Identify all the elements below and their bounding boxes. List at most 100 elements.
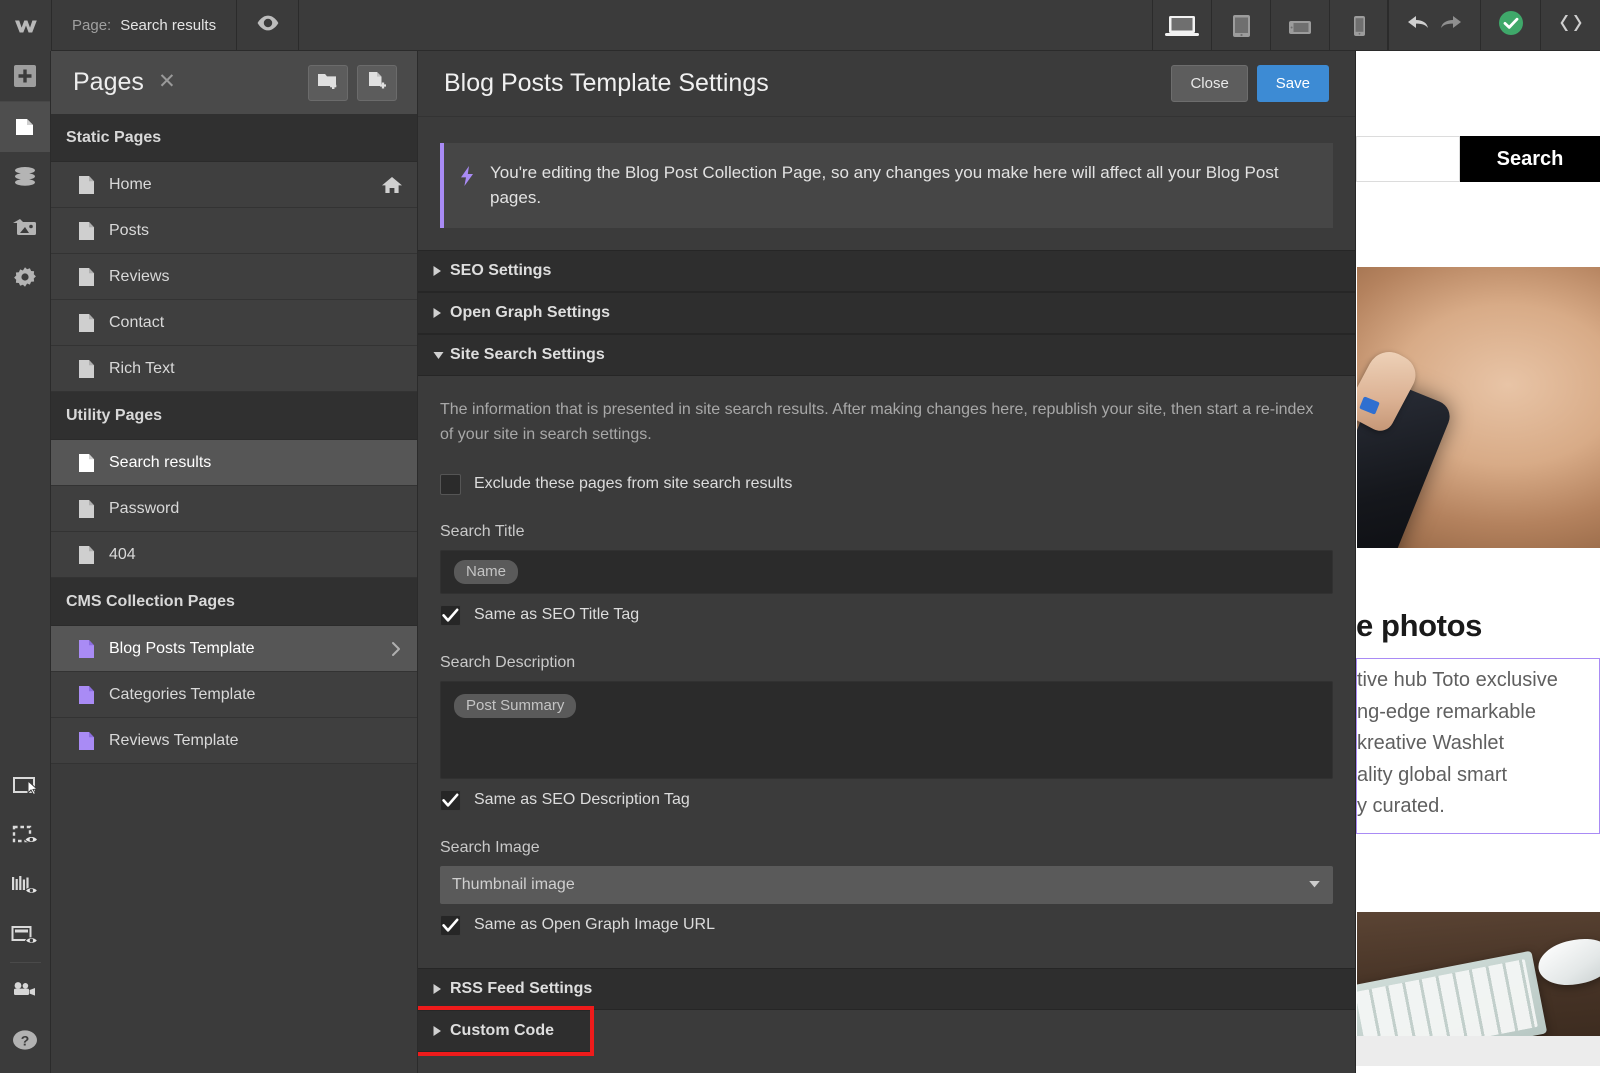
sidebar-item-posts[interactable]: Posts [51,208,417,254]
field-token[interactable]: Post Summary [454,694,576,718]
chevron-right-icon[interactable] [389,640,403,658]
sidebar-item-password[interactable]: Password [51,486,417,532]
rail-divider [10,962,41,963]
svg-text:?: ? [21,1032,30,1048]
search-input[interactable] [1356,136,1460,182]
sidebar-item-label: Password [109,500,179,518]
design-canvas-preview[interactable]: Search e photos tive hub Toto exclusive … [1356,51,1600,1073]
same-as-seo-description-checkbox[interactable] [440,790,461,811]
rail-item-help[interactable]: ? [0,1015,50,1065]
breakpoint-tablet[interactable] [1211,0,1270,51]
export-code-button[interactable] [1540,0,1600,51]
page-icon [78,499,95,519]
sidebar-item-404[interactable]: 404 [51,532,417,578]
search-title-input[interactable]: Name [440,550,1333,594]
rail-item-cms-collections[interactable] [0,152,50,202]
canvas-paragraph-line: y curated. [1357,791,1599,823]
breakpoint-mobile-landscape[interactable] [1270,0,1329,51]
accordion-rss-feed-settings[interactable]: RSS Feed Settings [418,968,1355,1010]
sidebar-item-label: Home [109,176,152,194]
sidebar-item-label: Reviews Template [109,732,239,750]
sidebar-item-label: Blog Posts Template [109,640,255,658]
canvas-paragraph-line: ality global smart [1357,760,1599,792]
chevron-down-icon [1308,876,1321,894]
breakpoint-switcher [1152,0,1388,51]
canvas-search-form[interactable]: Search [1356,136,1600,182]
canvas-gap [1356,182,1600,267]
site-search-help-text: The information that is presented in sit… [440,398,1320,448]
add-folder-button[interactable] [308,65,348,101]
redo-arrow-icon[interactable] [1438,12,1464,39]
field-token[interactable]: Name [454,560,518,584]
accordion-site-search-settings[interactable]: Site Search Settings [418,334,1355,376]
rail-bottom-group: ? [0,760,51,1065]
same-as-seo-description-row[interactable]: Same as SEO Description Tag [440,790,1333,811]
rail-item-assets[interactable] [0,202,50,252]
page-icon [78,221,95,241]
pages-section-cms-collection-pages: CMS Collection Pages [51,578,417,626]
keyboard-keys [1357,959,1538,1036]
same-as-og-image-row[interactable]: Same as Open Graph Image URL [440,915,1333,936]
add-page-button[interactable] [357,65,397,101]
home-icon [381,175,403,195]
page-icon [78,545,95,565]
collection-notice-wrapper: You're editing the Blog Post Collection … [418,117,1355,250]
save-status[interactable] [1480,0,1540,51]
webflow-logo-icon[interactable] [0,0,51,51]
breakpoint-mobile-portrait[interactable] [1329,0,1388,51]
accordion-custom-code[interactable]: Custom Code [418,1010,590,1052]
pages-section-utility-pages: Utility Pages [51,392,417,440]
rail-item-audit-contrast[interactable] [0,860,50,910]
code-brackets-icon [1557,12,1585,39]
close-button[interactable]: Close [1171,65,1247,102]
saved-check-icon [1497,9,1525,42]
chevron-right-icon [432,983,450,995]
sidebar-item-categories-template[interactable]: Categories Template [51,672,417,718]
accordion-seo-settings[interactable]: SEO Settings [418,250,1355,292]
same-as-seo-title-checkbox[interactable] [440,605,461,626]
close-x-icon[interactable]: ✕ [156,72,178,94]
exclude-pages-checkbox[interactable] [440,474,461,495]
sidebar-item-contact[interactable]: Contact [51,300,417,346]
search-image-select[interactable]: Thumbnail image [440,866,1333,904]
sidebar-item-reviews-template[interactable]: Reviews Template [51,718,417,764]
canvas-paragraph[interactable]: tive hub Toto exclusive ng-edge remarkab… [1356,658,1600,834]
same-as-og-image-label: Same as Open Graph Image URL [474,916,715,934]
canvas-heading[interactable]: e photos [1356,598,1600,658]
undo-redo-group [1388,0,1480,51]
pages-list: Static Pages Home Posts R [51,114,417,764]
search-description-input[interactable]: Post Summary [440,681,1333,779]
sidebar-item-rich-text[interactable]: Rich Text [51,346,417,392]
sidebar-item-blog-posts-template[interactable]: Blog Posts Template [51,626,417,672]
chevron-down-icon [432,350,450,361]
rail-item-add-element[interactable] [0,51,50,101]
breakpoint-desktop[interactable] [1152,0,1211,51]
accordion-label: SEO Settings [450,262,551,280]
keyboard-and-mouse-photo [1357,912,1600,1036]
preview-toggle[interactable] [237,0,299,51]
rail-item-layout-preview[interactable] [0,910,50,960]
rail-item-interactions[interactable] [0,760,50,810]
accordion-label: Custom Code [450,1022,554,1040]
sidebar-item-home[interactable]: Home [51,162,417,208]
page-icon [78,267,95,287]
search-submit-button[interactable]: Search [1460,136,1600,182]
rail-item-video-tutorials[interactable] [0,965,50,1015]
rail-item-vision-preview[interactable] [0,810,50,860]
search-description-field: Search Description Post Summary Same as … [440,654,1333,811]
pages-panel-actions [308,65,397,101]
same-as-seo-title-row[interactable]: Same as SEO Title Tag [440,605,1333,626]
rail-item-site-settings[interactable] [0,252,50,302]
save-button[interactable]: Save [1257,65,1329,102]
same-as-og-image-checkbox[interactable] [440,915,461,936]
accordion-open-graph-settings[interactable]: Open Graph Settings [418,292,1355,334]
sidebar-item-reviews[interactable]: Reviews [51,254,417,300]
sidebar-item-search-results[interactable]: Search results [51,440,417,486]
chevron-right-icon [432,1025,450,1037]
page-indicator[interactable]: Page: Search results [51,0,237,51]
exclude-pages-checkbox-row[interactable]: Exclude these pages from site search res… [440,474,1333,495]
accordion-label: Site Search Settings [450,346,605,364]
rail-item-pages[interactable] [0,102,50,152]
undo-arrow-icon[interactable] [1405,12,1431,39]
accordion-label: Open Graph Settings [450,304,610,322]
